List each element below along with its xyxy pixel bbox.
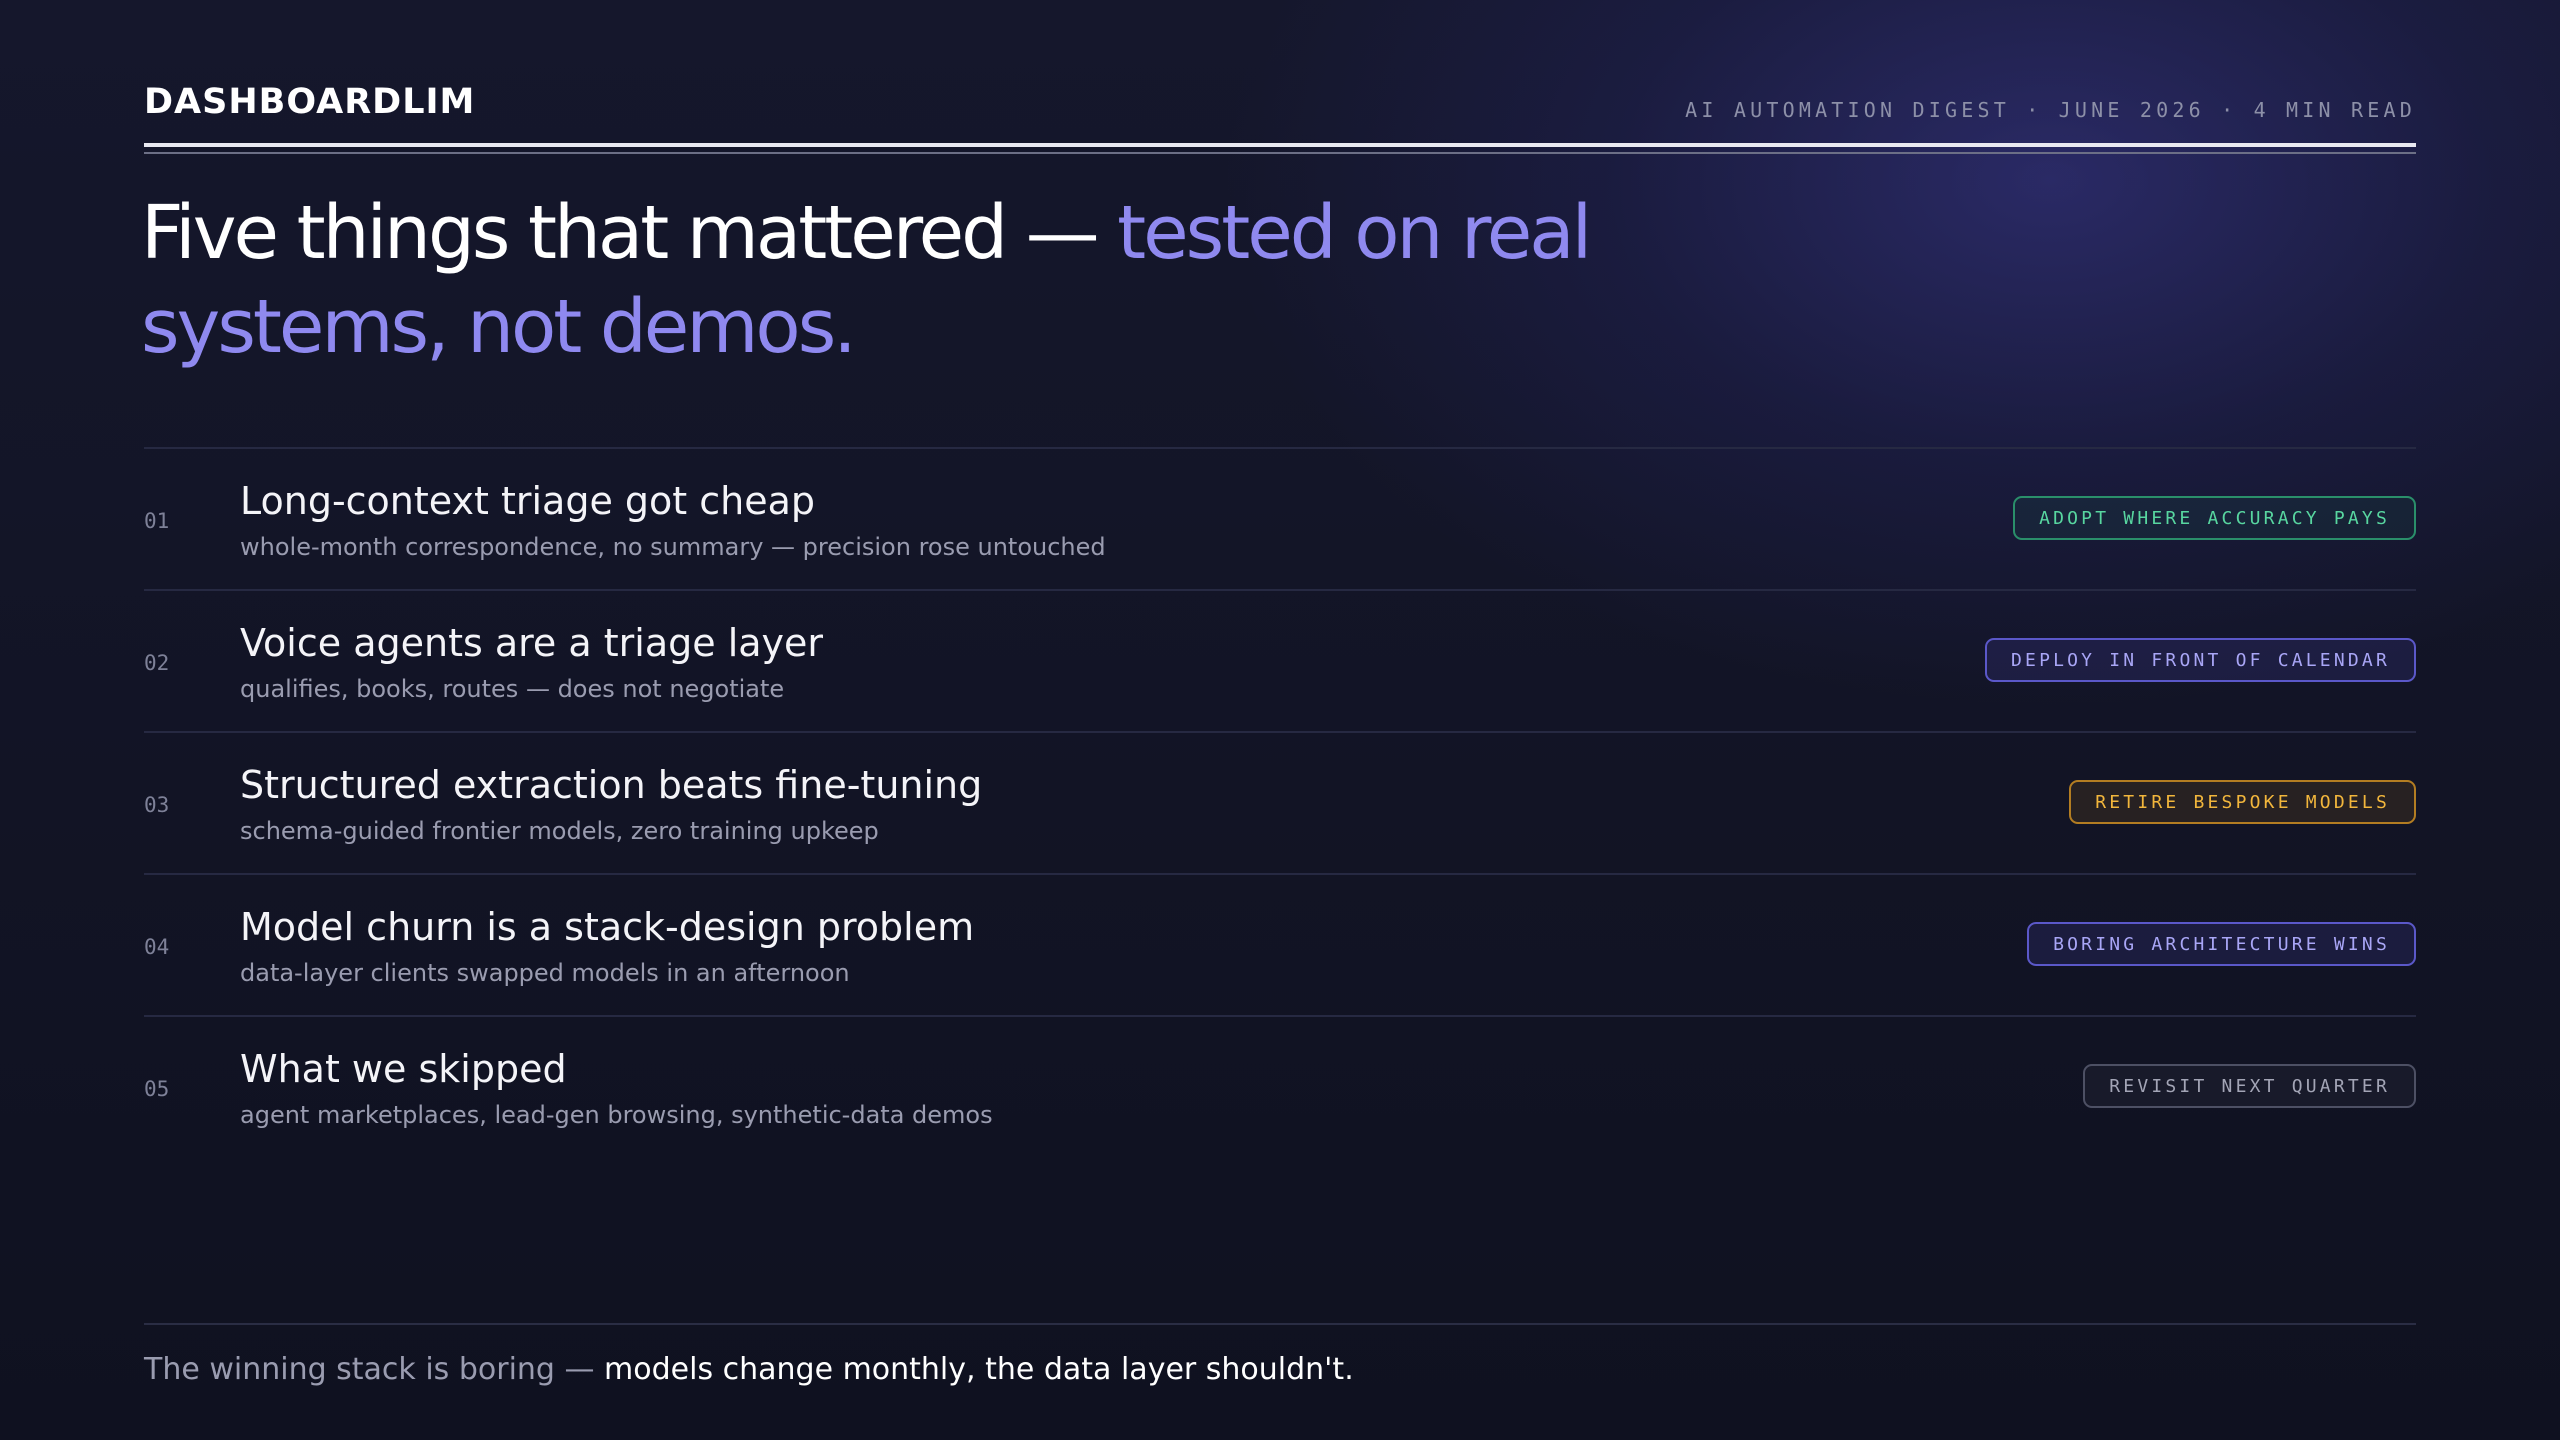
footer-lead: The winning stack is boring — [144, 1352, 605, 1387]
status-badge: REVISIT NEXT QUARTER [2083, 1064, 2416, 1108]
item-number: 05 [144, 1077, 170, 1101]
status-badge: ADOPT WHERE ACCURACY PAYS [2013, 496, 2416, 540]
item-title: What we skipped [240, 1047, 567, 1091]
item-number: 01 [144, 509, 170, 533]
list-item: 04 Model churn is a stack-design problem… [144, 873, 2416, 1015]
list-item: 01 Long-context triage got cheap whole-m… [144, 447, 2416, 589]
list-item: 02 Voice agents are a triage layer quali… [144, 589, 2416, 731]
item-subtitle: agent marketplaces, lead-gen browsing, s… [240, 1101, 993, 1129]
item-subtitle: qualifies, books, routes — does not nego… [240, 675, 785, 703]
header-rule [144, 143, 2416, 147]
digest-page: DASHBOARDLIM AI AUTOMATION DIGEST · JUNE… [141, 0, 2416, 1440]
item-number: 02 [144, 651, 170, 675]
item-title: Long-context triage got cheap [240, 479, 816, 523]
list-item: 03 Structured extraction beats fine-tuni… [144, 731, 2416, 873]
status-badge: RETIRE BESPOKE MODELS [2069, 780, 2416, 824]
item-subtitle: schema-guided frontier models, zero trai… [240, 817, 879, 845]
headline-lead: Five things that mattered — [141, 190, 1118, 276]
status-badge: BORING ARCHITECTURE WINS [2027, 922, 2416, 966]
item-title: Voice agents are a triage layer [240, 621, 824, 665]
takeaway-list: 01 Long-context triage got cheap whole-m… [144, 447, 2416, 1157]
status-badge: DEPLOY IN FRONT OF CALENDAR [1985, 638, 2416, 682]
footer-emphasis: models change monthly, the data layer sh… [604, 1352, 1354, 1387]
item-subtitle: whole-month correspondence, no summary —… [240, 533, 1106, 561]
brand-logo: DASHBOARDLIM [144, 82, 476, 122]
page-headline: Five things that mattered — tested on re… [141, 186, 1841, 374]
footer-rule [144, 1323, 2416, 1325]
header-rule-thin [144, 152, 2416, 154]
issue-meta: AI AUTOMATION DIGEST · JUNE 2026 · 4 MIN… [1685, 98, 2416, 122]
item-number: 04 [144, 935, 170, 959]
item-number: 03 [144, 793, 170, 817]
list-item: 05 What we skipped agent marketplaces, l… [144, 1015, 2416, 1157]
item-title: Structured extraction beats fine-tuning [240, 763, 983, 807]
item-subtitle: data-layer clients swapped models in an … [240, 959, 850, 987]
footer-note: The winning stack is boring — models cha… [144, 1352, 1354, 1387]
item-title: Model churn is a stack-design problem [240, 905, 975, 949]
